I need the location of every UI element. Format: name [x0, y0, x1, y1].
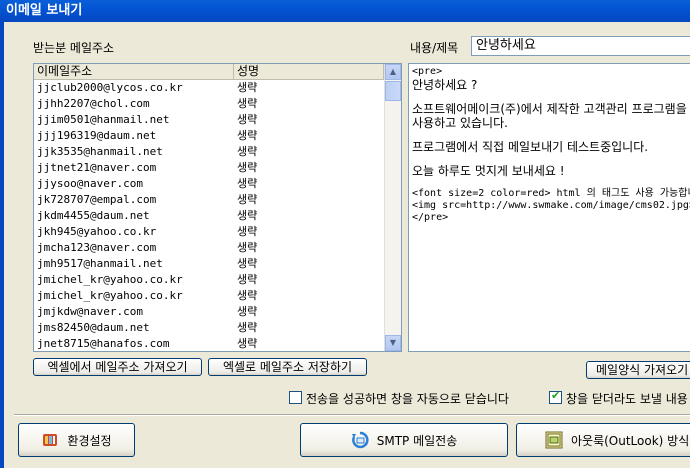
subject-input[interactable]: 안녕하세요	[471, 36, 690, 56]
window-frame-left	[0, 22, 4, 468]
list-scrollbar[interactable]: ▲ ▼	[384, 64, 401, 351]
body-line-gap	[412, 130, 690, 140]
name-cell: 생략	[237, 129, 258, 142]
name-cell: 생략	[237, 225, 258, 238]
body-line-gap	[412, 178, 690, 188]
outlook-icon	[545, 431, 563, 449]
body-text-line: 소프트웨어메이크(주)에서 제작한 고객관리 프로그램을	[412, 102, 687, 116]
body-line-gap	[412, 92, 690, 102]
table-row[interactable]: jjim0501@hanmail.net 생략	[34, 112, 401, 128]
email-cell: jjim0501@hanmail.net	[37, 113, 170, 126]
email-cell: jmh9517@hanmail.net	[37, 257, 163, 270]
recipients-label: 받는분 메일주소	[33, 41, 115, 55]
name-cell: 생략	[237, 97, 258, 110]
body-text-line: 프로그램에서 직접 메일보내기 테스트중입니다.	[412, 140, 649, 154]
body-text-line: <font size=2 color=red> html 의 태그도 사용 가능…	[412, 188, 690, 199]
email-cell: jkh945@yahoo.co.kr	[37, 225, 157, 238]
export-excel-button[interactable]: 엑셀로 메일주소 저장하기	[208, 358, 367, 376]
table-row[interactable]: jjclub2000@lycos.co.kr 생략	[34, 80, 401, 96]
smtp-send-button[interactable]: SMTP 메일전송	[300, 423, 508, 457]
subject-label: 내용/제목	[410, 41, 459, 55]
name-cell: 생략	[237, 257, 258, 270]
name-cell: 생략	[237, 113, 258, 126]
scroll-down-button[interactable]: ▼	[385, 335, 401, 351]
email-cell: jjclub2000@lycos.co.kr	[37, 81, 183, 94]
email-cell: jjhh2207@chol.com	[37, 97, 150, 110]
email-cell: jnet8715@hanafos.com	[37, 337, 170, 350]
outlook-send-button[interactable]: 아웃룩(OutLook) 방식	[516, 423, 690, 457]
table-row[interactable]: jmcha123@naver.com 생략	[34, 240, 401, 256]
body-line-gap	[412, 154, 690, 164]
email-cell: jmcha123@naver.com	[37, 241, 157, 254]
body-text-line: </pre>	[412, 212, 449, 223]
message-body-textarea[interactable]: <pre> 안녕하세요 ? 소프트웨어메이크(주)에서 제작한 고객관리 프로그램을…	[408, 63, 690, 352]
auto-close-label: 전송을 성공하면 창을 자동으로 닫습니다	[306, 392, 509, 406]
scroll-thumb[interactable]	[385, 81, 401, 101]
email-cell: jmichel_kr@yahoo.co.kr	[37, 273, 183, 286]
column-header-email[interactable]: 이메일주소	[34, 64, 234, 79]
title-bar: 이메일 보내기	[0, 0, 690, 22]
table-row[interactable]: jjtnet21@naver.com 생략	[34, 160, 401, 176]
body-text-line: <img src=http://www.swmake.com/image/cms…	[412, 200, 690, 211]
table-row[interactable]: jms82450@daum.net 생략	[34, 320, 401, 336]
table-row[interactable]: jmjkdw@naver.com 생략	[34, 304, 401, 320]
load-template-button[interactable]: 메일양식 가져오기	[586, 361, 690, 379]
email-cell: jk728707@empal.com	[37, 193, 157, 206]
email-cell: jjk3535@hanmail.net	[37, 145, 163, 158]
name-cell: 생략	[237, 81, 258, 94]
settings-icon	[43, 434, 58, 446]
email-cell: jms82450@daum.net	[37, 321, 150, 334]
table-row[interactable]: jjj196319@daum.net 생략	[34, 128, 401, 144]
name-cell: 생략	[237, 177, 258, 190]
table-row[interactable]: jkdm4455@daum.net 생략	[34, 208, 401, 224]
settings-button-label: 환경설정	[67, 433, 112, 448]
email-cell: jmjkdw@naver.com	[37, 305, 143, 318]
settings-button[interactable]: 환경설정	[18, 423, 135, 457]
name-cell: 생략	[237, 209, 258, 222]
name-cell: 생략	[237, 289, 258, 302]
name-cell: 생략	[237, 273, 258, 286]
table-row[interactable]: jk728707@empal.com 생략	[34, 192, 401, 208]
smtp-send-label: SMTP 메일전송	[376, 433, 458, 448]
column-header-name[interactable]: 성명	[234, 64, 384, 79]
name-cell: 생략	[237, 241, 258, 254]
list-rows: jjclub2000@lycos.co.kr 생략 jjhh2207@chol.co…	[34, 80, 401, 351]
body-text-line: 사용하고 있습니다.	[412, 116, 508, 130]
table-row[interactable]: jjk3535@hanmail.net 생략	[34, 144, 401, 160]
scroll-up-button[interactable]: ▲	[385, 64, 401, 80]
table-row[interactable]: jmh9517@hanmail.net 생략	[34, 256, 401, 272]
body-text-line: 오늘 하루도 멋지게 보내세요 !	[412, 164, 565, 178]
body-text-line: 안녕하세요 ?	[412, 78, 478, 92]
name-cell: 생략	[237, 193, 258, 206]
recipient-list[interactable]: 이메일주소 성명 jjclub2000@lycos.co.kr 생략 jjhh220…	[33, 63, 402, 352]
table-row[interactable]: jjysoo@naver.com 생략	[34, 176, 401, 192]
table-row[interactable]: jkh945@yahoo.co.kr 생략	[34, 224, 401, 240]
send-after-close-checkbox[interactable]: ✔	[549, 389, 562, 404]
window-title: 이메일 보내기	[6, 3, 83, 18]
name-cell: 생략	[237, 161, 258, 174]
email-cell: jmichel_kr@yahoo.co.kr	[37, 289, 183, 302]
name-cell: 생략	[237, 145, 258, 158]
list-header: 이메일주소 성명	[34, 64, 401, 80]
footer-divider	[14, 414, 690, 416]
email-cell: jjj196319@daum.net	[37, 129, 157, 142]
name-cell: 생략	[237, 321, 258, 334]
table-row[interactable]: jmichel_kr@yahoo.co.kr 생략	[34, 288, 401, 304]
send-after-close-label: 창을 닫더라도 보낼 내용	[566, 392, 688, 406]
table-row[interactable]: jmichel_kr@yahoo.co.kr 생략	[34, 272, 401, 288]
check-icon: ✔	[551, 389, 561, 402]
table-row[interactable]: jnet8715@hanafos.com 생략	[34, 336, 401, 351]
name-cell: 생략	[237, 337, 258, 350]
body-text-line: <pre>	[412, 66, 443, 77]
import-excel-button[interactable]: 엑셀에서 메일주소 가져오기	[33, 358, 202, 376]
email-cell: jkdm4455@daum.net	[37, 209, 150, 222]
send-mail-icon	[351, 431, 369, 449]
email-cell: jjysoo@naver.com	[37, 177, 143, 190]
outlook-send-label: 아웃룩(OutLook) 방식	[571, 433, 690, 448]
name-cell: 생략	[237, 305, 258, 318]
table-row[interactable]: jjhh2207@chol.com 생략	[34, 96, 401, 112]
auto-close-checkbox[interactable]	[289, 391, 302, 404]
email-cell: jjtnet21@naver.com	[37, 161, 157, 174]
